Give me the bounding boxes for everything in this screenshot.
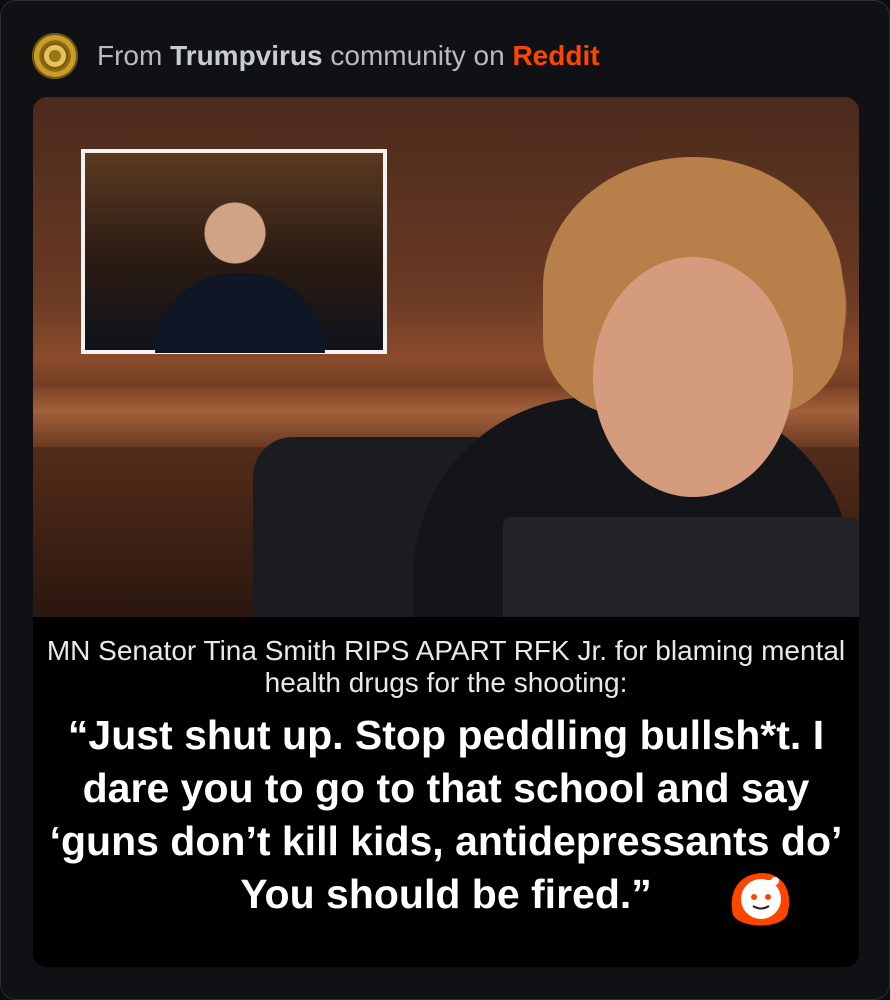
- community-link[interactable]: Trumpvirus: [170, 40, 322, 71]
- post-image[interactable]: MN Senator Tina Smith RIPS APART RFK Jr.…: [33, 97, 859, 967]
- senate-hearing-photo: [33, 97, 859, 637]
- reddit-snoo-icon[interactable]: [723, 857, 799, 933]
- caption-intro: MN Senator Tina Smith RIPS APART RFK Jr.…: [46, 635, 846, 698]
- inset-figure-shape: [155, 273, 325, 353]
- senator-face-shape: [593, 257, 793, 497]
- source-prefix: From: [97, 40, 163, 71]
- rfk-inset-photo: [81, 149, 387, 354]
- platform-link[interactable]: Reddit: [512, 40, 599, 71]
- laptop-shape: [503, 517, 859, 627]
- community-avatar-icon[interactable]: [32, 33, 78, 79]
- source-text: From Trumpvirus community on Reddit: [97, 40, 600, 72]
- reddit-post-card[interactable]: From Trumpvirus community on Reddit MN S…: [0, 0, 890, 1000]
- source-middle: community on: [330, 40, 505, 71]
- post-source-header: From Trumpvirus community on Reddit: [32, 33, 869, 79]
